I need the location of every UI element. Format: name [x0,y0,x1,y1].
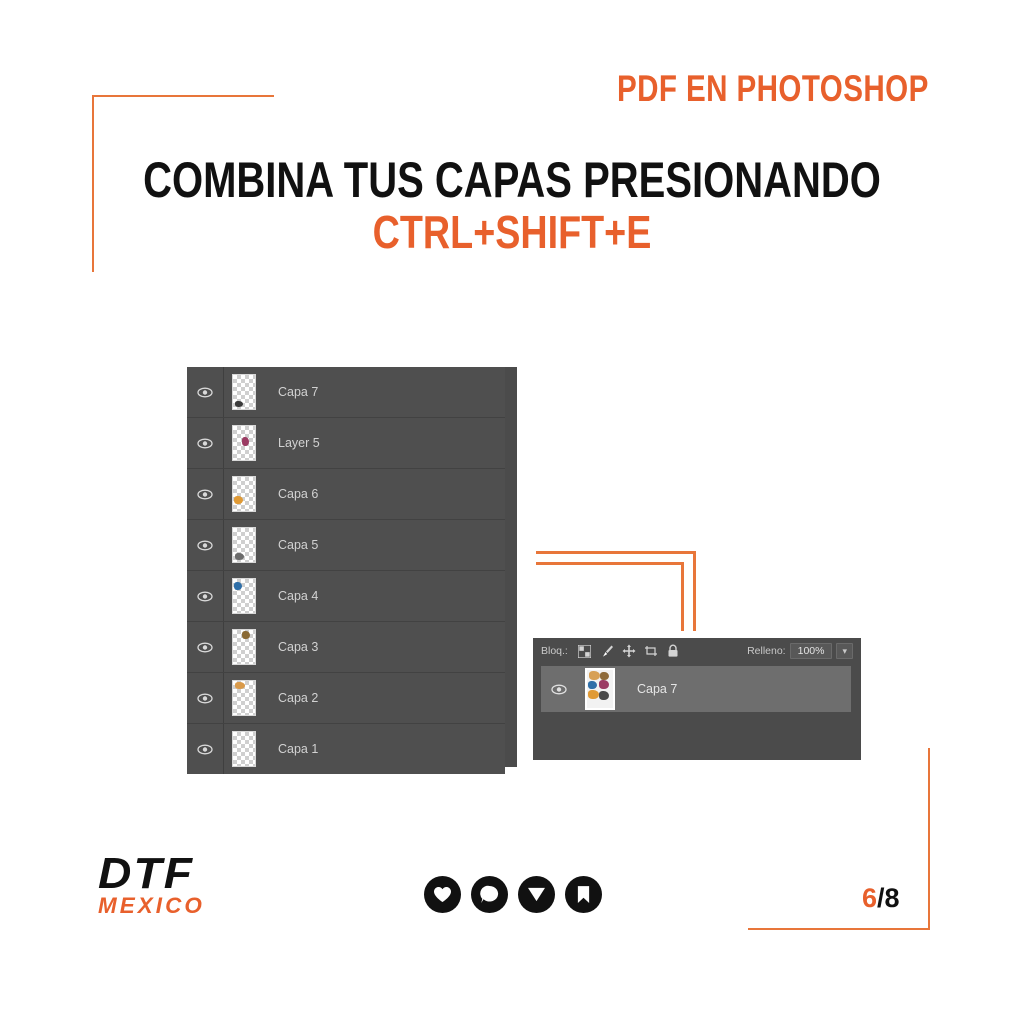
checker-thumbnail[interactable] [223,367,264,417]
checker-thumbnail[interactable] [223,469,264,519]
layer-row[interactable]: Capa 1 [187,724,505,774]
eye-icon[interactable] [187,489,223,500]
merged-layers-panel: Bloq.: Relleno: 100% ▾ Capa 7 [533,638,861,760]
checker-thumbnail[interactable] [223,622,264,672]
page-title: COMBINA TUS CAPAS PRESIONANDO CTRL+SHIFT… [0,152,1024,258]
logo-secondary-text: MEXICO [98,892,205,918]
kicker-title: PDF EN PHOTOSHOP [617,68,929,109]
fill-value-input[interactable]: 100% [789,643,833,659]
layer-row[interactable]: Capa 6 [187,469,505,520]
bottom-right-bracket-vertical [928,748,930,930]
layer-row[interactable]: Capa 2 [187,673,505,724]
lock-label: Bloq.: [541,645,568,657]
checker-thumbnail[interactable] [223,571,264,621]
eye-icon[interactable] [187,591,223,602]
top-left-bracket-horizontal [92,95,274,97]
layer-row[interactable]: Capa 7 [187,367,505,418]
page-counter-current: 6 [862,883,878,913]
fill-label: Relleno: [747,645,786,657]
merged-layer-label: Capa 7 [637,682,678,696]
layer-row[interactable]: Capa 5 [187,520,505,571]
page-counter: 6/8 [862,883,900,914]
eye-icon[interactable] [187,642,223,653]
layer-label: Capa 4 [278,589,319,603]
artboard-lock-icon[interactable] [640,640,662,662]
bottom-right-bracket-horizontal [748,928,930,930]
eye-icon[interactable] [187,744,223,755]
checker-thumbnail[interactable] [223,418,264,468]
layer-label: Capa 6 [278,487,319,501]
social-action-icons [424,876,602,913]
layer-label: Capa 7 [278,385,319,399]
layer-row[interactable]: Capa 3 [187,622,505,673]
eye-icon[interactable] [187,540,223,551]
connector-line-outer-vertical [693,551,696,631]
headline-line-2: CTRL+SHIFT+E [372,206,652,258]
slide-canvas: PDF EN PHOTOSHOP COMBINA TUS CAPAS PRESI… [0,0,1024,1024]
checker-thumbnail[interactable] [223,673,264,723]
eye-icon[interactable] [187,693,223,704]
connector-line-inner-horizontal [536,562,684,565]
brush-lock-icon[interactable] [596,640,618,662]
merged-layer-row[interactable]: Capa 7 [541,666,851,712]
logo-primary-text: DTF [98,849,195,898]
move-lock-icon[interactable] [618,640,640,662]
brand-logo: DTF MEXICO [98,852,238,918]
heart-icon[interactable] [424,876,461,913]
layer-row[interactable]: Layer 5 [187,418,505,469]
comment-icon[interactable] [471,876,508,913]
lock-all-icon[interactable] [662,640,684,662]
layer-label: Layer 5 [278,436,320,450]
eye-icon[interactable] [187,438,223,449]
connector-line-inner-vertical [681,562,684,631]
bookmark-icon[interactable] [565,876,602,913]
eye-icon[interactable] [541,684,577,695]
transparency-lock-icon[interactable] [574,640,596,662]
send-icon[interactable] [518,876,555,913]
headline-line-1: COMBINA TUS CAPAS PRESIONANDO [143,152,881,208]
layer-label: Capa 5 [278,538,319,552]
page-counter-total: /8 [877,883,900,913]
connector-line-outer-horizontal [536,551,696,554]
lock-toolbar: Bloq.: Relleno: 100% ▾ [533,638,861,664]
merged-thumbnail[interactable] [577,666,623,712]
fill-control-group: Relleno: 100% ▾ [747,643,853,659]
layers-panel: Capa 7 Layer 5 Capa 6 Capa 5 Capa 4 Capa 3 Cap… [187,367,517,774]
checker-thumbnail[interactable] [223,520,264,570]
layer-label: Capa 2 [278,691,319,705]
layer-label: Capa 1 [278,742,319,756]
layer-row[interactable]: Capa 4 [187,571,505,622]
chevron-down-icon[interactable]: ▾ [836,643,853,659]
eye-icon[interactable] [187,387,223,398]
layer-label: Capa 3 [278,640,319,654]
checker-thumbnail[interactable] [223,724,264,774]
